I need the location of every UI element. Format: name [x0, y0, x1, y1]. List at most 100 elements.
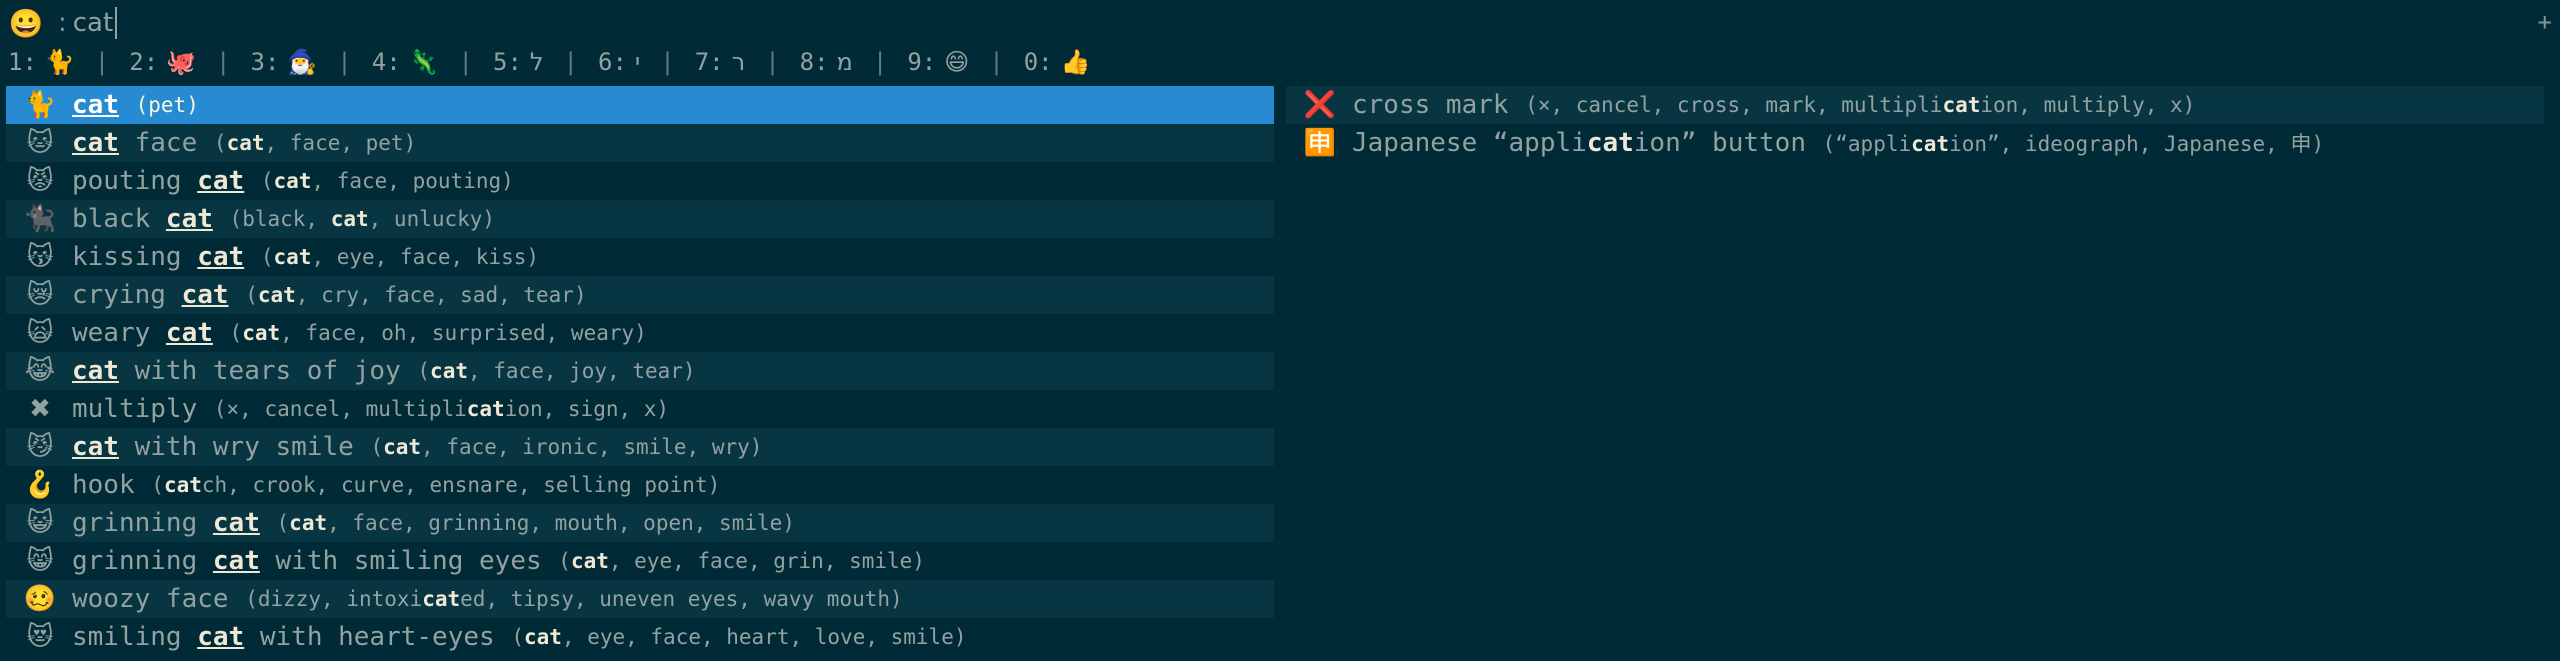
- text-caret: [115, 7, 118, 39]
- result-keywords: (cat, face, pouting): [260, 169, 514, 193]
- emoji-icon: ❌: [1303, 90, 1337, 120]
- match-highlight: cat: [197, 622, 245, 652]
- result-keywords: (cat, face, pet): [213, 131, 417, 155]
- result-name: cross mark: [1352, 90, 1509, 120]
- result-name: pouting cat: [72, 166, 245, 196]
- result-name: cat with tears of joy: [72, 356, 401, 386]
- result-row[interactable]: 😽 kissing cat (cat, eye, face, kiss): [6, 238, 1274, 276]
- recent-key: 7:: [694, 48, 724, 76]
- recent-emoji-icon[interactable]: ל: [530, 48, 544, 76]
- result-name: smiling cat with heart-eyes: [72, 622, 495, 652]
- result-name: Japanese “application” button: [1352, 128, 1806, 158]
- result-keywords: (cat, eye, face, heart, love, smile): [511, 625, 967, 649]
- recent-slot-7[interactable]: 7: ר: [695, 48, 745, 76]
- emoji-icon: 🥴: [23, 584, 57, 614]
- result-keywords: (cat, face, oh, surprised, weary): [229, 321, 647, 345]
- result-name: grinning cat with smiling eyes: [72, 546, 542, 576]
- keyword-match: cat: [330, 207, 369, 231]
- result-row[interactable]: 😾 pouting cat (cat, face, pouting): [6, 162, 1274, 200]
- result-row[interactable]: 🈸 Japanese “application” button (“applica…: [1286, 124, 2544, 162]
- result-name: cat face: [72, 128, 198, 158]
- result-row[interactable]: 🙀 weary cat (cat, face, oh, surprised, we…: [6, 314, 1274, 352]
- result-row[interactable]: 🐱 cat face (cat, face, pet): [6, 124, 1274, 162]
- recent-separator: |: [660, 48, 675, 76]
- search-emoji-icon: 😀: [8, 6, 44, 40]
- keyword-match: cat: [422, 587, 461, 611]
- result-keywords: (“application”, ideograph, Japanese, 申): [1822, 132, 2325, 156]
- recent-key: 3:: [250, 48, 280, 76]
- match-highlight: cat: [72, 128, 119, 158]
- emoji-icon: 😺: [26, 508, 54, 538]
- match-highlight: cat: [212, 508, 260, 538]
- result-row[interactable]: 🐈 cat (pet): [6, 86, 1274, 124]
- recent-emoji-icon[interactable]: 🧙‍♂️: [287, 48, 317, 76]
- recent-slot-0[interactable]: 0: 👍: [1024, 48, 1091, 76]
- emoji-icon: 😼: [26, 432, 54, 462]
- recent-slot-4[interactable]: 4: 🦎: [372, 48, 439, 76]
- recent-emoji-icon[interactable]: 🐙: [166, 48, 196, 76]
- recent-separator: |: [337, 48, 352, 76]
- emoji-icon: 🐱: [26, 128, 54, 158]
- recent-emoji-icon[interactable]: 🦎: [409, 48, 439, 76]
- emoji-icon: 🐈: [23, 90, 57, 120]
- result-name: black cat: [72, 204, 213, 234]
- emoji-icon: 😽: [26, 242, 54, 272]
- recent-emoji-bar: 1: 🐈 | 2: 🐙 | 3: 🧙‍♂️ | 4: 🦎 | 5: ל | 6: י | 7: ר | 8: מ | 9: 😄 | 0…: [0, 44, 2560, 80]
- recent-key: 0:: [1023, 48, 1053, 76]
- result-row[interactable]: ❌ cross mark (×, cancel, cross, mark, mul…: [1286, 86, 2544, 124]
- result-row[interactable]: 😻 smiling cat with heart-eyes (cat, eye, …: [6, 618, 1274, 656]
- recent-slot-5[interactable]: 5: ל: [493, 48, 544, 76]
- result-name: woozy face: [72, 584, 229, 614]
- result-row[interactable]: 😸 grinning cat with smiling eyes (cat, ey…: [6, 542, 1274, 580]
- result-row[interactable]: 🪝 hook (catch, crook, curve, ensnare, sel…: [6, 466, 1274, 504]
- recent-separator: |: [458, 48, 473, 76]
- recent-slot-3[interactable]: 3: 🧙‍♂️: [251, 48, 318, 76]
- result-keywords: (catch, crook, curve, ensnare, selling p…: [151, 473, 721, 497]
- result-row[interactable]: ✖ multiply (×, cancel, multiplication, si…: [6, 390, 1274, 428]
- add-button[interactable]: +: [2538, 8, 2552, 36]
- keyword-match: cat: [289, 511, 328, 535]
- search-bar: 😀 : cat +: [0, 0, 2560, 46]
- emoji-icon: 😹: [24, 356, 56, 386]
- recent-emoji-icon[interactable]: 🐈: [45, 48, 75, 76]
- recent-slot-8[interactable]: 8: מ: [800, 48, 853, 76]
- recent-key: 1:: [8, 48, 37, 76]
- emoji-icon: 🈸: [1303, 128, 1337, 158]
- emoji-icon: 🪝: [23, 470, 57, 500]
- result-keywords: (cat, eye, face, grin, smile): [558, 549, 925, 573]
- match-highlight: cat: [212, 546, 260, 576]
- recent-slot-2[interactable]: 2: 🐙: [129, 48, 196, 76]
- recent-emoji-icon[interactable]: ר: [732, 48, 746, 76]
- keyword-match: cat: [273, 169, 312, 193]
- keyword-match: cat: [273, 245, 312, 269]
- result-keywords: (cat, eye, face, kiss): [260, 245, 540, 269]
- result-row[interactable]: 🥴 woozy face (dizzy, intoxicated, tipsy, …: [6, 580, 1274, 618]
- recent-emoji-icon[interactable]: מ: [837, 48, 853, 76]
- recent-separator: |: [872, 48, 888, 76]
- keyword-match: cat: [1942, 93, 1981, 117]
- recent-key: 2:: [129, 48, 159, 76]
- recent-emoji-icon[interactable]: י: [635, 48, 640, 76]
- result-keywords: (×, cancel, cross, mark, multiplication,…: [1525, 93, 2196, 117]
- recent-slot-9[interactable]: 9: 😄: [907, 48, 969, 76]
- result-row[interactable]: 😺 grinning cat (cat, face, grinning, mout…: [6, 504, 1274, 542]
- keyword-match: cat: [163, 473, 202, 497]
- result-row[interactable]: 🐈‍⬛ black cat (black, cat, unlucky): [6, 200, 1274, 238]
- match-highlight: cat: [197, 242, 245, 272]
- recent-slot-1[interactable]: 1: 🐈: [8, 48, 75, 76]
- recent-emoji-icon[interactable]: 👍: [1061, 48, 1091, 76]
- keyword-match: cat: [1911, 132, 1950, 156]
- result-row[interactable]: 😿 crying cat (cat, cry, face, sad, tear): [6, 276, 1274, 314]
- match-highlight: cat: [165, 318, 213, 348]
- recent-emoji-icon[interactable]: 😄: [944, 48, 969, 76]
- keyword-match: cat: [257, 283, 296, 307]
- result-name: weary cat: [72, 318, 213, 348]
- recent-key: 9:: [907, 48, 937, 76]
- search-input[interactable]: cat: [73, 8, 113, 38]
- result-keywords: (cat, face, joy, tear): [417, 359, 696, 383]
- result-row[interactable]: 😼 cat with wry smile (cat, face, ironic, …: [6, 428, 1274, 466]
- emoji-icon: 🙀: [26, 318, 54, 348]
- match-highlight: cat: [72, 90, 119, 120]
- result-row[interactable]: 😹 cat with tears of joy (cat, face, joy, …: [6, 352, 1274, 390]
- recent-slot-6[interactable]: 6: י: [598, 48, 640, 76]
